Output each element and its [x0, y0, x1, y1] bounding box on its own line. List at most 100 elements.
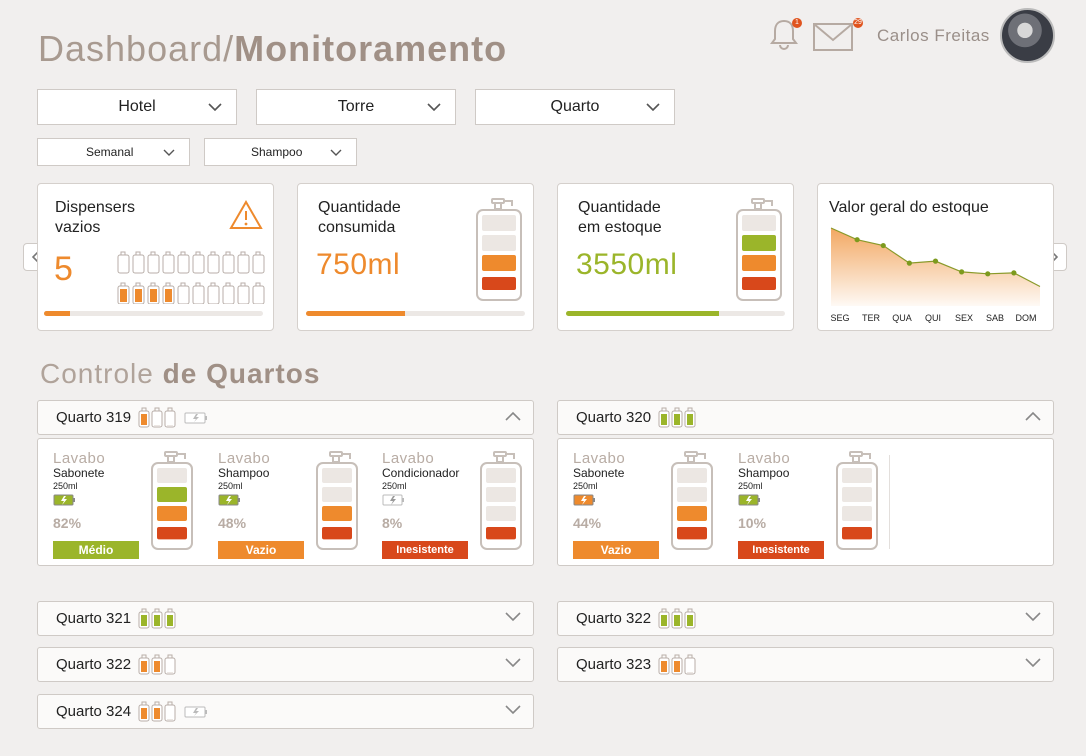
bottle-level-segment [677, 487, 707, 502]
dispenser-card[interactable]: Lavabo Sabonete 250ml 82% Médio [53, 451, 217, 561]
chevron-up-icon [1025, 411, 1041, 421]
bottle-icon [480, 451, 522, 550]
room-320-header[interactable]: Quarto 320 [557, 400, 1054, 435]
stock-label: Quantidade em estoque [578, 199, 662, 236]
mail-icon[interactable]: 29 [812, 18, 870, 54]
chart-x-tick-label: SEG [830, 313, 849, 323]
room-dispensers-icon [138, 407, 208, 427]
bottle-level-segment [157, 468, 187, 483]
consumed-label: Quantidade consumida [318, 199, 401, 236]
dispenser-mini-icon [237, 285, 250, 304]
divider [889, 455, 890, 549]
produto-select-label: Shampoo [251, 145, 303, 159]
empty-dispensers-progress [44, 311, 263, 316]
bottle-level-segment [322, 506, 352, 521]
bottle-level-segment [677, 506, 707, 521]
room-322-header[interactable]: Quarto 322 [557, 601, 1054, 636]
produto-select[interactable]: Shampoo [204, 138, 357, 166]
stock-value-chart: SEG TER QUA QUI SEX SAB DOM [830, 227, 1041, 323]
dispenser-mini-icon [117, 254, 130, 274]
mini-bottle-fill [141, 707, 148, 719]
room-319-header[interactable]: Quarto 319 [37, 400, 534, 435]
chevron-down-icon [427, 103, 441, 111]
chevron-down-icon [1025, 658, 1041, 668]
room-dispensers-icon [658, 654, 696, 674]
chevron-up-icon [505, 411, 521, 421]
room-323-header[interactable]: Quarto 323 [557, 647, 1054, 682]
section-title: Controle de Quartos [40, 358, 321, 389]
mini-bottle-fill [141, 614, 148, 626]
bottle-level-segment [157, 487, 187, 502]
quarto-select[interactable]: Quarto [475, 89, 675, 125]
mini-bottle-fill [154, 424, 161, 426]
status-badge: Vazio [218, 541, 304, 559]
bottle-level-segment [742, 215, 776, 231]
chevron-down-icon [646, 103, 660, 111]
status-badge: Inesistente [738, 541, 824, 559]
dispenser-card[interactable]: Lavabo Condicionador 250ml 8% Inesistent… [382, 451, 546, 561]
dispenser-mini-icon [192, 254, 205, 274]
bottle-level-segment [482, 277, 516, 290]
room-321-header[interactable]: Quarto 321 [37, 601, 534, 636]
consumed-card[interactable]: Quantidade consumida 750ml [297, 183, 534, 331]
dispenser-mini-icon [132, 254, 145, 274]
dispenser-mini-icon [252, 285, 265, 304]
room-name: Quarto 321 [56, 610, 132, 627]
battery-icon [53, 494, 75, 506]
dispenser-mini-icon [237, 254, 250, 274]
consumed-value: 750ml [316, 248, 401, 281]
room-name: Quarto 320 [576, 409, 652, 426]
bell-icon[interactable]: 1 [768, 16, 802, 52]
bottle-level-segment [842, 487, 872, 502]
status-badge: Inesistente [382, 541, 468, 559]
chart-point [1011, 270, 1017, 276]
bottle-level-segment [742, 277, 776, 290]
empty-dispensers-value: 5 [54, 250, 74, 288]
chart-point [985, 271, 991, 277]
battery-icon [738, 494, 760, 506]
mini-bottle-fill [687, 413, 694, 425]
bottle-icon [836, 451, 878, 550]
mini-bottle-fill [661, 614, 668, 626]
dispenser-mini-icon [192, 285, 205, 304]
battery-icon [573, 494, 595, 506]
mini-bottle-fill [167, 671, 174, 673]
dispenser-card[interactable]: Lavabo Shampoo 250ml 48% Vazio [218, 451, 382, 561]
hotel-select[interactable]: Hotel [37, 89, 237, 125]
messages-badge: 29 [853, 18, 863, 28]
chevron-down-icon [505, 658, 521, 668]
room-name: Quarto 322 [576, 610, 652, 627]
room-dispensers-icon [658, 608, 696, 628]
dispenser-mini-icon [162, 254, 175, 274]
bottle-level-segment [742, 235, 776, 251]
mini-bottle-fill [154, 707, 161, 719]
chevron-down-icon [1025, 612, 1041, 622]
avatar[interactable] [1000, 8, 1055, 63]
empty-dispensers-card[interactable]: Dispensers vazios 5 [37, 183, 274, 331]
mini-bottle-fill [167, 424, 174, 426]
room-322-header[interactable]: Quarto 322 [37, 647, 534, 682]
chart-point [854, 237, 860, 243]
dispenser-mini-icon [147, 254, 160, 274]
chevron-down-icon [208, 103, 222, 111]
bottle-icon [671, 451, 713, 550]
dispenser-mini-icon [177, 254, 190, 274]
bottle-level-segment [322, 487, 352, 502]
dispenser-card[interactable]: Lavabo Shampoo 250ml 10% Inesistente [738, 451, 902, 561]
stock-value-card[interactable]: Valor geral do estoque SEG TER QUA QUI SEX SA… [817, 183, 1054, 331]
bottle-level-segment [486, 468, 516, 483]
periodo-select-label: Semanal [86, 145, 134, 159]
periodo-select[interactable]: Semanal [37, 138, 190, 166]
room-324-header[interactable]: Quarto 324 [37, 694, 534, 729]
dispenser-mini-icon [207, 285, 220, 304]
dispenser-mini-fill [135, 289, 142, 302]
torre-select[interactable]: Torre [256, 89, 456, 125]
dispenser-card[interactable]: Lavabo Sabonete 250ml 44% Vazio [573, 451, 737, 561]
status-badge: Médio [53, 541, 139, 559]
dispenser-mini-fill [120, 289, 127, 302]
dispenser-mini-icon [222, 254, 235, 274]
chart-point [906, 260, 912, 266]
room-320-panel: Lavabo Sabonete 250ml 44% Vazio Lavabo S… [557, 438, 1054, 566]
bottle-level-segment [842, 506, 872, 521]
stock-card[interactable]: Quantidade em estoque 3550ml [557, 183, 794, 331]
